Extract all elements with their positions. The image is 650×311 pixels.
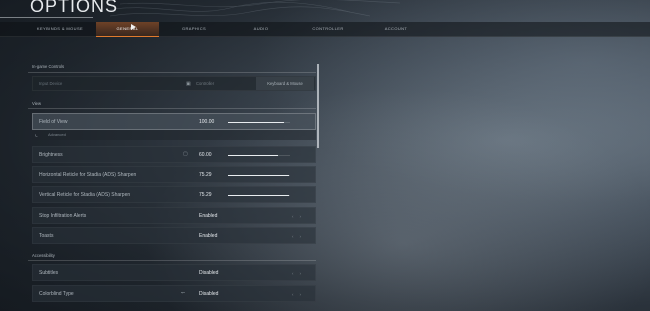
brightness-value: 60.00 — [199, 152, 212, 158]
lock-icon: ▣ — [186, 81, 191, 87]
vertical-sensitivity-label: Vertical Reticle for Stadia (ADS) Sharpe… — [39, 192, 131, 198]
subtitles-row[interactable]: Subtitles Disabled ‹› — [32, 264, 316, 281]
chevron-left-right-icon[interactable]: ‹› — [292, 286, 307, 303]
section-divider — [28, 260, 316, 261]
vertical-sensitivity-track[interactable] — [228, 195, 290, 196]
fov-slider-track[interactable] — [228, 122, 290, 123]
colorblind-row[interactable]: Colorblind Type ↽ Disabled ‹› — [32, 285, 316, 302]
section-label-accessibility: Accessibility — [32, 253, 55, 258]
settings-panel: In-game Controls Input Device ▣ Controll… — [28, 60, 316, 311]
fov-slider-fill — [228, 122, 284, 123]
colorblind-label: Colorblind Type — [39, 291, 74, 297]
tab-account[interactable]: ACCOUNT — [364, 22, 428, 36]
input-device-row[interactable]: Input Device ▣ Controller Keyboard & Mou… — [32, 76, 316, 91]
tab-audio[interactable]: AUDIO — [230, 22, 292, 36]
vertical-sensitivity-value: 75.29 — [199, 192, 212, 198]
fov-value: 100.00 — [199, 119, 215, 125]
chevron-left-right-icon[interactable]: ‹› — [292, 208, 307, 225]
advanced-settings-icon: ⌞ — [35, 132, 38, 138]
toasts-value: Enabled — [199, 233, 218, 239]
stop-alerts-value: Enabled — [199, 213, 218, 219]
brightness-label: Brightness — [39, 152, 63, 158]
toasts-row[interactable]: Toasts Enabled ‹› — [32, 227, 316, 244]
title-underline — [0, 17, 93, 18]
section-label-view: View — [32, 101, 42, 106]
mouse-cursor-icon — [131, 24, 136, 30]
horizontal-sensitivity-label: Horizontal Reticle for Stadia (ADS) Shar… — [39, 172, 137, 178]
advanced-row[interactable]: ⌞ Advanced — [32, 130, 316, 140]
horizontal-sensitivity-track[interactable] — [228, 175, 290, 176]
info-icon: ↽ — [181, 290, 186, 296]
info-icon: ▢ — [183, 151, 188, 157]
tab-controller[interactable]: CONTROLLER — [296, 22, 360, 36]
tab-graphics[interactable]: GRAPHICS — [163, 22, 225, 36]
option-controller[interactable]: Controller — [196, 77, 214, 90]
topographic-pattern — [110, 0, 401, 17]
advanced-label: Advanced — [48, 132, 66, 137]
brightness-slider-fill — [228, 155, 278, 156]
section-divider — [28, 108, 316, 109]
tab-bar: KEYBINDS & MOUSE GENERAL GRAPHICS AUDIO … — [0, 22, 650, 37]
horizontal-sensitivity-fill — [228, 175, 289, 176]
tab-general[interactable]: GENERAL — [96, 22, 159, 37]
vertical-sensitivity-row[interactable]: Vertical Reticle for Stadia (ADS) Sharpe… — [32, 186, 316, 203]
section-label-input: In-game Controls — [32, 64, 65, 69]
horizontal-sensitivity-row[interactable]: Horizontal Reticle for Stadia (ADS) Shar… — [32, 166, 316, 183]
fov-slider-row[interactable]: Field of View 100.00 — [32, 113, 316, 130]
brightness-slider-row[interactable]: Brightness ▢ 60.00 — [32, 146, 316, 163]
horizontal-sensitivity-value: 75.29 — [199, 172, 212, 178]
tab-keybinds-mouse[interactable]: KEYBINDS & MOUSE — [28, 22, 92, 36]
scrollbar[interactable] — [317, 64, 319, 148]
section-divider — [28, 72, 316, 73]
chevron-left-right-icon[interactable]: ‹› — [292, 265, 307, 282]
page-title: OPTIONS — [30, 0, 119, 16]
subtitles-label: Subtitles — [39, 270, 59, 276]
vertical-sensitivity-fill — [228, 195, 289, 196]
subtitles-value: Disabled — [199, 270, 219, 276]
input-device-label: Input Device — [39, 81, 63, 86]
chevron-left-right-icon[interactable]: ‹› — [292, 228, 307, 245]
brightness-slider-track[interactable] — [228, 155, 290, 156]
fov-label: Field of View — [39, 119, 68, 125]
option-keyboard-mouse[interactable]: Keyboard & Mouse — [256, 77, 314, 90]
stop-alerts-label: Stop Infiltration Alerts — [39, 213, 87, 219]
stop-alerts-row[interactable]: Stop Infiltration Alerts Enabled ‹› — [32, 207, 316, 224]
toasts-label: Toasts — [39, 233, 54, 239]
colorblind-value: Disabled — [199, 291, 219, 297]
